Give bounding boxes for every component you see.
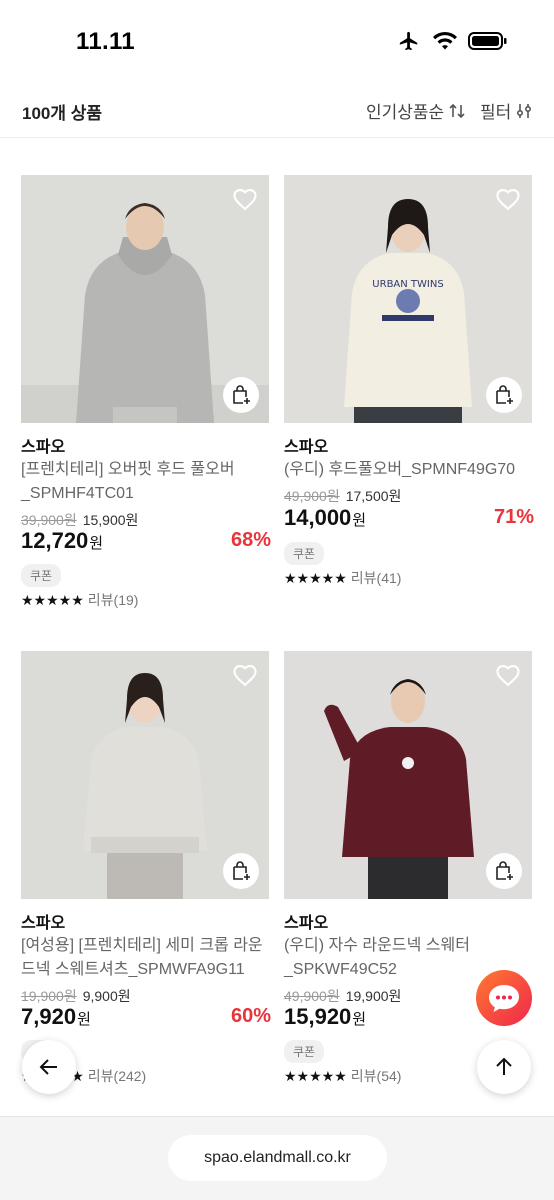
filter-sliders-icon — [517, 103, 532, 118]
svg-text:URBAN TWINS: URBAN TWINS — [372, 279, 443, 290]
heart-icon[interactable] — [231, 185, 259, 213]
arrow-left-icon — [39, 1059, 57, 1075]
won-unit: 원 — [77, 1011, 91, 1028]
chat-button[interactable] — [476, 970, 532, 1026]
add-to-cart-button[interactable] — [486, 377, 522, 413]
heart-icon[interactable] — [494, 185, 522, 213]
sale-price: 17,500원 — [345, 488, 402, 504]
price-row: 19,900원 9,900원 — [21, 986, 131, 1006]
rating-row: ★★★★★ 리뷰(54) — [284, 1066, 401, 1086]
cart-add-icon — [496, 385, 513, 404]
original-price: 49,900원 — [284, 988, 340, 1004]
review-count: 리뷰(242) — [87, 1068, 147, 1084]
original-price: 39,900원 — [21, 512, 77, 528]
cart-add-icon — [233, 385, 250, 404]
star-rating-icon: ★★★★★ — [284, 569, 347, 586]
final-price: 14,000 — [284, 505, 352, 530]
filter-button[interactable]: 필터 — [480, 98, 533, 123]
coupon-badge: 쿠폰 — [21, 564, 62, 587]
won-unit: 원 — [352, 1011, 367, 1028]
address-bar[interactable]: spao.elandmall.co.kr — [168, 1135, 387, 1181]
status-time: 11.11 — [76, 28, 135, 55]
battery-icon — [468, 32, 507, 50]
airplane-icon — [399, 31, 418, 51]
sort-button[interactable]: 인기상품순 — [366, 98, 466, 123]
heart-icon[interactable] — [231, 661, 259, 689]
final-price: 7,920 — [21, 1004, 77, 1029]
won-unit: 원 — [352, 512, 367, 529]
cart-add-icon — [496, 861, 513, 880]
rating-row: ★★★★★ 리뷰(19) — [21, 590, 138, 610]
product-brand: 스파오 — [284, 439, 329, 456]
final-price: 15,920 — [284, 1004, 352, 1029]
sale-price: 15,900원 — [82, 512, 139, 528]
star-rating-icon: ★★★★★ — [21, 591, 84, 608]
review-count: 리뷰(19) — [87, 592, 139, 608]
product-name[interactable]: (우디) 후드풀오버_SPMNF49G70 — [284, 458, 534, 482]
original-price: 19,900원 — [21, 988, 77, 1004]
product-image[interactable]: URBAN TWINS — [284, 175, 532, 423]
scroll-top-button[interactable] — [477, 1040, 531, 1094]
final-price: 12,720 — [21, 528, 89, 553]
review-count: 리뷰(41) — [350, 570, 402, 586]
product-brand: 스파오 — [284, 915, 329, 932]
sort-arrows-icon — [449, 103, 465, 118]
add-to-cart-button[interactable] — [223, 377, 259, 413]
product-card[interactable]: URBAN TWINS 스파오 (우디) 후드풀오버_SPMNF49G70 49… — [284, 175, 534, 586]
browser-bar: spao.elandmall.co.kr — [0, 1116, 554, 1200]
price-row: 49,900원 19,900원 — [284, 986, 401, 1006]
final-price-row: 15,920 원 — [284, 1004, 366, 1030]
product-image[interactable] — [21, 175, 269, 423]
product-image[interactable] — [284, 651, 532, 899]
sort-label: 인기상품순 — [366, 103, 445, 122]
sale-price: 19,900원 — [345, 988, 402, 1004]
product-name[interactable]: [여성용] [프렌치테리] 세미 크롭 라운드넥 스웨트셔츠_SPMWFA9G1… — [21, 934, 271, 982]
product-brand: 스파오 — [21, 439, 66, 456]
final-price-row: 14,000 원 — [284, 505, 366, 531]
status-bar: 11.11 — [0, 0, 554, 84]
final-price-row: 7,920 원 — [21, 1004, 91, 1030]
chat-bubble-icon — [489, 985, 519, 1012]
discount-rate: 68% — [230, 529, 271, 551]
status-icons — [396, 30, 508, 52]
product-count: 100개 상품 — [22, 104, 103, 123]
heart-icon[interactable] — [494, 661, 522, 689]
arrow-up-icon — [496, 1057, 512, 1075]
price-row: 49,900원 17,500원 — [284, 486, 401, 506]
review-count: 리뷰(54) — [350, 1068, 402, 1084]
product-name[interactable]: [프렌치테리] 오버핏 후드 풀오버 _SPMHF4TC01 — [21, 458, 271, 506]
discount-rate: 60% — [230, 1005, 271, 1027]
sale-price: 9,900원 — [82, 988, 131, 1004]
add-to-cart-button[interactable] — [486, 853, 522, 889]
back-button[interactable] — [22, 1040, 76, 1094]
cart-add-icon — [233, 861, 250, 880]
rating-row: ★★★★★ 리뷰(41) — [284, 568, 401, 588]
product-image[interactable] — [21, 651, 269, 899]
product-brand: 스파오 — [21, 915, 66, 932]
product-card[interactable]: 스파오 (우디) 자수 라운드넥 스웨터 _SPKWF49C52 49,900원… — [284, 651, 534, 1084]
original-price: 49,900원 — [284, 488, 340, 504]
product-card[interactable]: 스파오 [프렌치테리] 오버핏 후드 풀오버 _SPMHF4TC01 39,90… — [21, 175, 271, 608]
add-to-cart-button[interactable] — [223, 853, 259, 889]
wifi-icon — [433, 31, 457, 50]
product-card[interactable]: 스파오 [여성용] [프렌치테리] 세미 크롭 라운드넥 스웨트셔츠_SPMWF… — [21, 651, 271, 1084]
coupon-badge: 쿠폰 — [284, 542, 325, 565]
star-rating-icon: ★★★★★ — [284, 1067, 347, 1084]
coupon-badge: 쿠폰 — [284, 1040, 325, 1063]
final-price-row: 12,720 원 — [21, 528, 103, 554]
filter-label: 필터 — [480, 103, 512, 122]
list-toolbar: 100개 상품 인기상품순 필터 — [0, 84, 554, 138]
price-row: 39,900원 15,900원 — [21, 510, 138, 530]
won-unit: 원 — [89, 535, 104, 552]
discount-rate: 71% — [493, 506, 534, 528]
